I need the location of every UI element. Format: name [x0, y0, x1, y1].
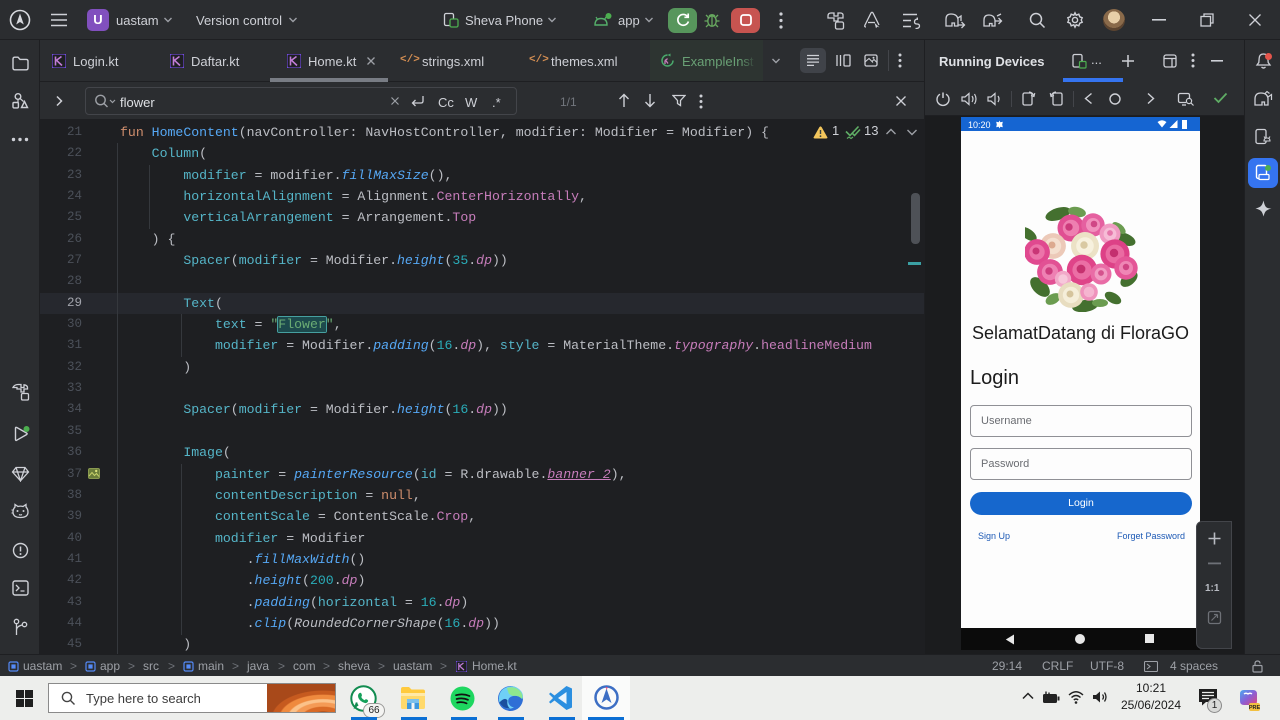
svg-text:PRE: PRE	[1249, 705, 1260, 711]
